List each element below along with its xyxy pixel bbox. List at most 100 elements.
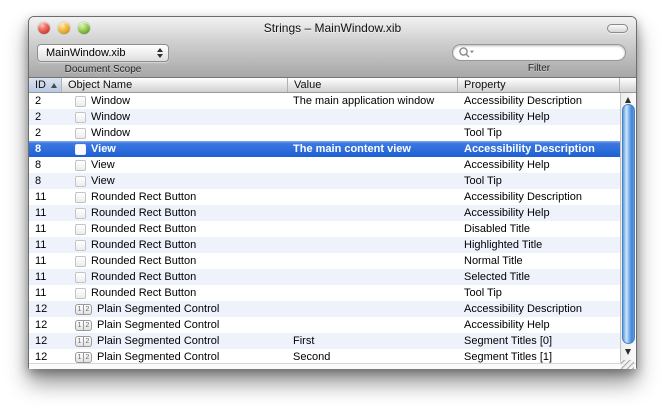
- view-icon: [75, 128, 86, 139]
- cell-object-name: Rounded Rect Button: [62, 205, 288, 221]
- title-bar[interactable]: Strings – MainWindow.xib: [29, 17, 636, 39]
- cell-id: 11: [29, 221, 62, 237]
- segmented-control-icon: 12: [75, 304, 92, 315]
- cell-id: 2: [29, 125, 62, 141]
- table-row[interactable]: 2 Window The main application window Acc…: [29, 93, 620, 109]
- table-row[interactable]: 12 12 Plain Segmented Control Second Seg…: [29, 349, 620, 363]
- filter-search-field[interactable]: [452, 44, 626, 61]
- cell-object-name: Rounded Rect Button: [62, 221, 288, 237]
- cell-id: 11: [29, 237, 62, 253]
- object-name-label: Rounded Rect Button: [91, 253, 196, 269]
- cell-object-name: Window: [62, 93, 288, 109]
- scroll-down-arrow-icon[interactable]: [625, 349, 631, 355]
- cell-property: Accessibility Help: [458, 157, 620, 173]
- cell-object-name: 12 Plain Segmented Control: [62, 349, 288, 363]
- toolbar-toggle-button[interactable]: [607, 24, 628, 33]
- scrollbar-thumb[interactable]: [622, 104, 635, 344]
- close-button[interactable]: [38, 22, 50, 34]
- cell-id: 8: [29, 157, 62, 173]
- cell-id: 12: [29, 301, 62, 317]
- cell-value: [288, 125, 458, 141]
- table-row[interactable]: 11 Rounded Rect Button Accessibility Hel…: [29, 205, 620, 221]
- cell-property: Accessibility Description: [458, 93, 620, 109]
- cell-value: [288, 205, 458, 221]
- cell-value: [288, 173, 458, 189]
- view-icon: [75, 160, 86, 171]
- cell-property: Accessibility Help: [458, 109, 620, 125]
- column-header-object-name[interactable]: Object Name: [62, 78, 288, 92]
- table-row[interactable]: 8 View Tool Tip: [29, 173, 620, 189]
- table-row[interactable]: 12 12 Plain Segmented Control Accessibil…: [29, 317, 620, 333]
- view-icon: [75, 256, 86, 267]
- minimize-button[interactable]: [58, 22, 70, 34]
- object-name-label: Window: [91, 93, 130, 109]
- table-row[interactable]: 2 Window Tool Tip: [29, 125, 620, 141]
- table-row[interactable]: 11 Rounded Rect Button Selected Title: [29, 269, 620, 285]
- cell-property: Disabled Title: [458, 221, 620, 237]
- cell-object-name: 12 Plain Segmented Control: [62, 333, 288, 349]
- table-row[interactable]: 11 Rounded Rect Button Disabled Title: [29, 221, 620, 237]
- cell-object-name: Rounded Rect Button: [62, 253, 288, 269]
- table-header: ID Object Name Value Property: [29, 78, 636, 93]
- object-name-label: Rounded Rect Button: [91, 221, 196, 237]
- resize-grip-icon[interactable]: [621, 360, 634, 369]
- table-row[interactable]: 2 Window Accessibility Help: [29, 109, 620, 125]
- object-name-label: Plain Segmented Control: [97, 333, 219, 349]
- object-name-label: Window: [91, 109, 130, 125]
- segmented-control-icon: 12: [75, 336, 92, 347]
- cell-property: Highlighted Title: [458, 237, 620, 253]
- document-scope-popup[interactable]: MainWindow.xib: [37, 44, 169, 62]
- segmented-control-icon: 12: [75, 320, 92, 331]
- cell-value: [288, 237, 458, 253]
- column-header-filler: [620, 78, 636, 92]
- view-icon: [75, 208, 86, 219]
- scroll-up-arrow-icon[interactable]: [625, 97, 631, 103]
- table-row[interactable]: 8 View Accessibility Help: [29, 157, 620, 173]
- table-row[interactable]: 11 Rounded Rect Button Accessibility Des…: [29, 189, 620, 205]
- table-row[interactable]: 12 12 Plain Segmented Control Accessibil…: [29, 301, 620, 317]
- cell-value: Second: [288, 349, 458, 363]
- column-header-value[interactable]: Value: [288, 78, 458, 92]
- cell-id: 12: [29, 317, 62, 333]
- toolbar: MainWindow.xib Document Scope Filter: [29, 39, 636, 78]
- cell-value: [288, 301, 458, 317]
- cell-id: 8: [29, 173, 62, 189]
- table-row[interactable]: 11 Rounded Rect Button Tool Tip: [29, 285, 620, 301]
- view-icon: [75, 112, 86, 123]
- search-icon: [458, 46, 475, 59]
- cell-id: 11: [29, 205, 62, 221]
- cell-object-name: Window: [62, 125, 288, 141]
- cell-value: First: [288, 333, 458, 349]
- object-name-label: Plain Segmented Control: [97, 301, 219, 317]
- table-row[interactable]: 8 View The main content view Accessibili…: [29, 141, 620, 157]
- cell-id: 11: [29, 253, 62, 269]
- table-row[interactable]: 11 Rounded Rect Button Highlighted Title: [29, 237, 620, 253]
- view-icon: [75, 240, 86, 251]
- column-header-property[interactable]: Property: [458, 78, 620, 92]
- table-body: 2 Window The main application window Acc…: [29, 93, 636, 363]
- cell-property: Accessibility Description: [458, 189, 620, 205]
- cell-id: 11: [29, 269, 62, 285]
- object-name-label: Rounded Rect Button: [91, 285, 196, 301]
- cell-object-name: View: [62, 141, 288, 157]
- cell-id: 2: [29, 93, 62, 109]
- cell-object-name: Rounded Rect Button: [62, 189, 288, 205]
- cell-value: [288, 221, 458, 237]
- view-icon: [75, 224, 86, 235]
- cell-value: [288, 109, 458, 125]
- table-row[interactable]: 11 Rounded Rect Button Normal Title: [29, 253, 620, 269]
- cell-property: Normal Title: [458, 253, 620, 269]
- cell-property: Accessibility Description: [458, 301, 620, 317]
- filter-label: Filter: [452, 63, 626, 74]
- popup-stepper-icon: [152, 48, 163, 58]
- column-header-id[interactable]: ID: [29, 78, 62, 92]
- vertical-scrollbar[interactable]: [620, 93, 636, 363]
- table-row[interactable]: 12 12 Plain Segmented Control First Segm…: [29, 333, 620, 349]
- cell-property: Selected Title: [458, 269, 620, 285]
- object-name-label: Rounded Rect Button: [91, 237, 196, 253]
- filter-search-input[interactable]: [475, 47, 619, 59]
- object-name-label: Rounded Rect Button: [91, 189, 196, 205]
- object-name-label: View: [91, 173, 115, 189]
- document-scope-value: MainWindow.xib: [46, 47, 152, 59]
- cell-id: 2: [29, 109, 62, 125]
